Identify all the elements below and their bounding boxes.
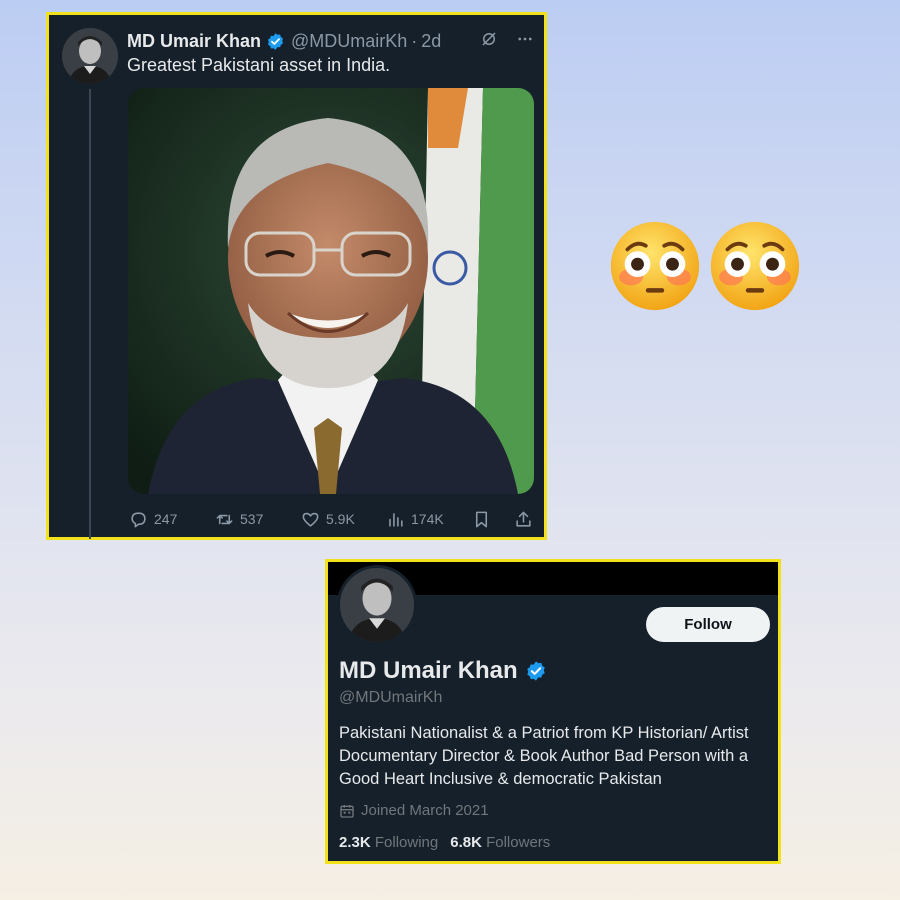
views-button[interactable]: 174K: [386, 510, 444, 529]
calendar-icon: [340, 804, 354, 818]
profile-name: MD Umair Khan: [339, 657, 518, 684]
more-icon[interactable]: [516, 30, 534, 53]
bookmark-icon: [475, 511, 488, 527]
reply-button[interactable]: 247: [129, 510, 177, 529]
tweet-text: Greatest Pakistani asset in India.: [127, 55, 391, 75]
tweet-timestamp[interactable]: 2d: [421, 31, 441, 52]
followers-link[interactable]: 6.8K Followers: [450, 834, 550, 851]
separator-dot: ·: [411, 30, 418, 51]
joined-date: Joined March 2021: [339, 802, 489, 819]
following-link[interactable]: 2.3K Following: [339, 834, 438, 851]
tweet-author-avatar[interactable]: [62, 28, 118, 84]
following-count: 2.3K: [339, 834, 371, 851]
followers-label: Followers: [486, 834, 551, 851]
emoji-row: [609, 220, 801, 312]
profile-handle: @MDUmairKh: [339, 689, 443, 706]
like-count: 5.9K: [326, 511, 355, 527]
reply-count: 247: [154, 511, 178, 527]
verified-badge-icon: [266, 32, 285, 51]
profile-bio: Pakistani Nationalist & a Patriot from K…: [339, 724, 749, 788]
profile-name-row: MD Umair Khan: [339, 657, 553, 685]
tweet-photo[interactable]: [128, 88, 534, 494]
bookmark-button[interactable]: [472, 510, 491, 529]
verified-badge-icon: [525, 660, 547, 682]
share-button[interactable]: [514, 510, 533, 529]
grok-icon[interactable]: [480, 30, 498, 53]
flushed-face-emoji: [710, 221, 800, 311]
tweet-author-handle[interactable]: @MDUmairKh: [291, 31, 407, 52]
followers-count: 6.8K: [450, 834, 482, 851]
views-count: 174K: [411, 511, 444, 527]
tweet-header: MD Umair Khan @MDUmairKh · 2d: [127, 28, 534, 54]
views-icon: [389, 512, 403, 527]
reply-icon: [131, 511, 146, 527]
retweet-button[interactable]: 537: [215, 510, 263, 529]
tweet-author-name[interactable]: MD Umair Khan: [127, 31, 261, 52]
follow-stats: 2.3K Following 6.8K Followers: [339, 834, 550, 851]
following-label: Following: [374, 834, 439, 851]
follow-button[interactable]: Follow: [646, 607, 770, 642]
tweet-action-bar: 247 537 5.9K 174K: [129, 507, 537, 531]
thread-line: [89, 89, 91, 539]
like-icon: [302, 512, 319, 527]
flushed-face-emoji: [610, 221, 700, 311]
profile-card: Follow MD Umair Khan @MDUmairKh Pakistan…: [325, 559, 781, 864]
retweet-count: 537: [240, 511, 264, 527]
like-button[interactable]: 5.9K: [301, 510, 355, 529]
tweet-card[interactable]: MD Umair Khan @MDUmairKh · 2d Greatest P…: [46, 12, 547, 540]
retweet-icon: [216, 514, 233, 524]
joined-text: Joined March 2021: [361, 802, 489, 819]
share-icon: [516, 511, 531, 527]
profile-avatar[interactable]: [337, 565, 417, 645]
